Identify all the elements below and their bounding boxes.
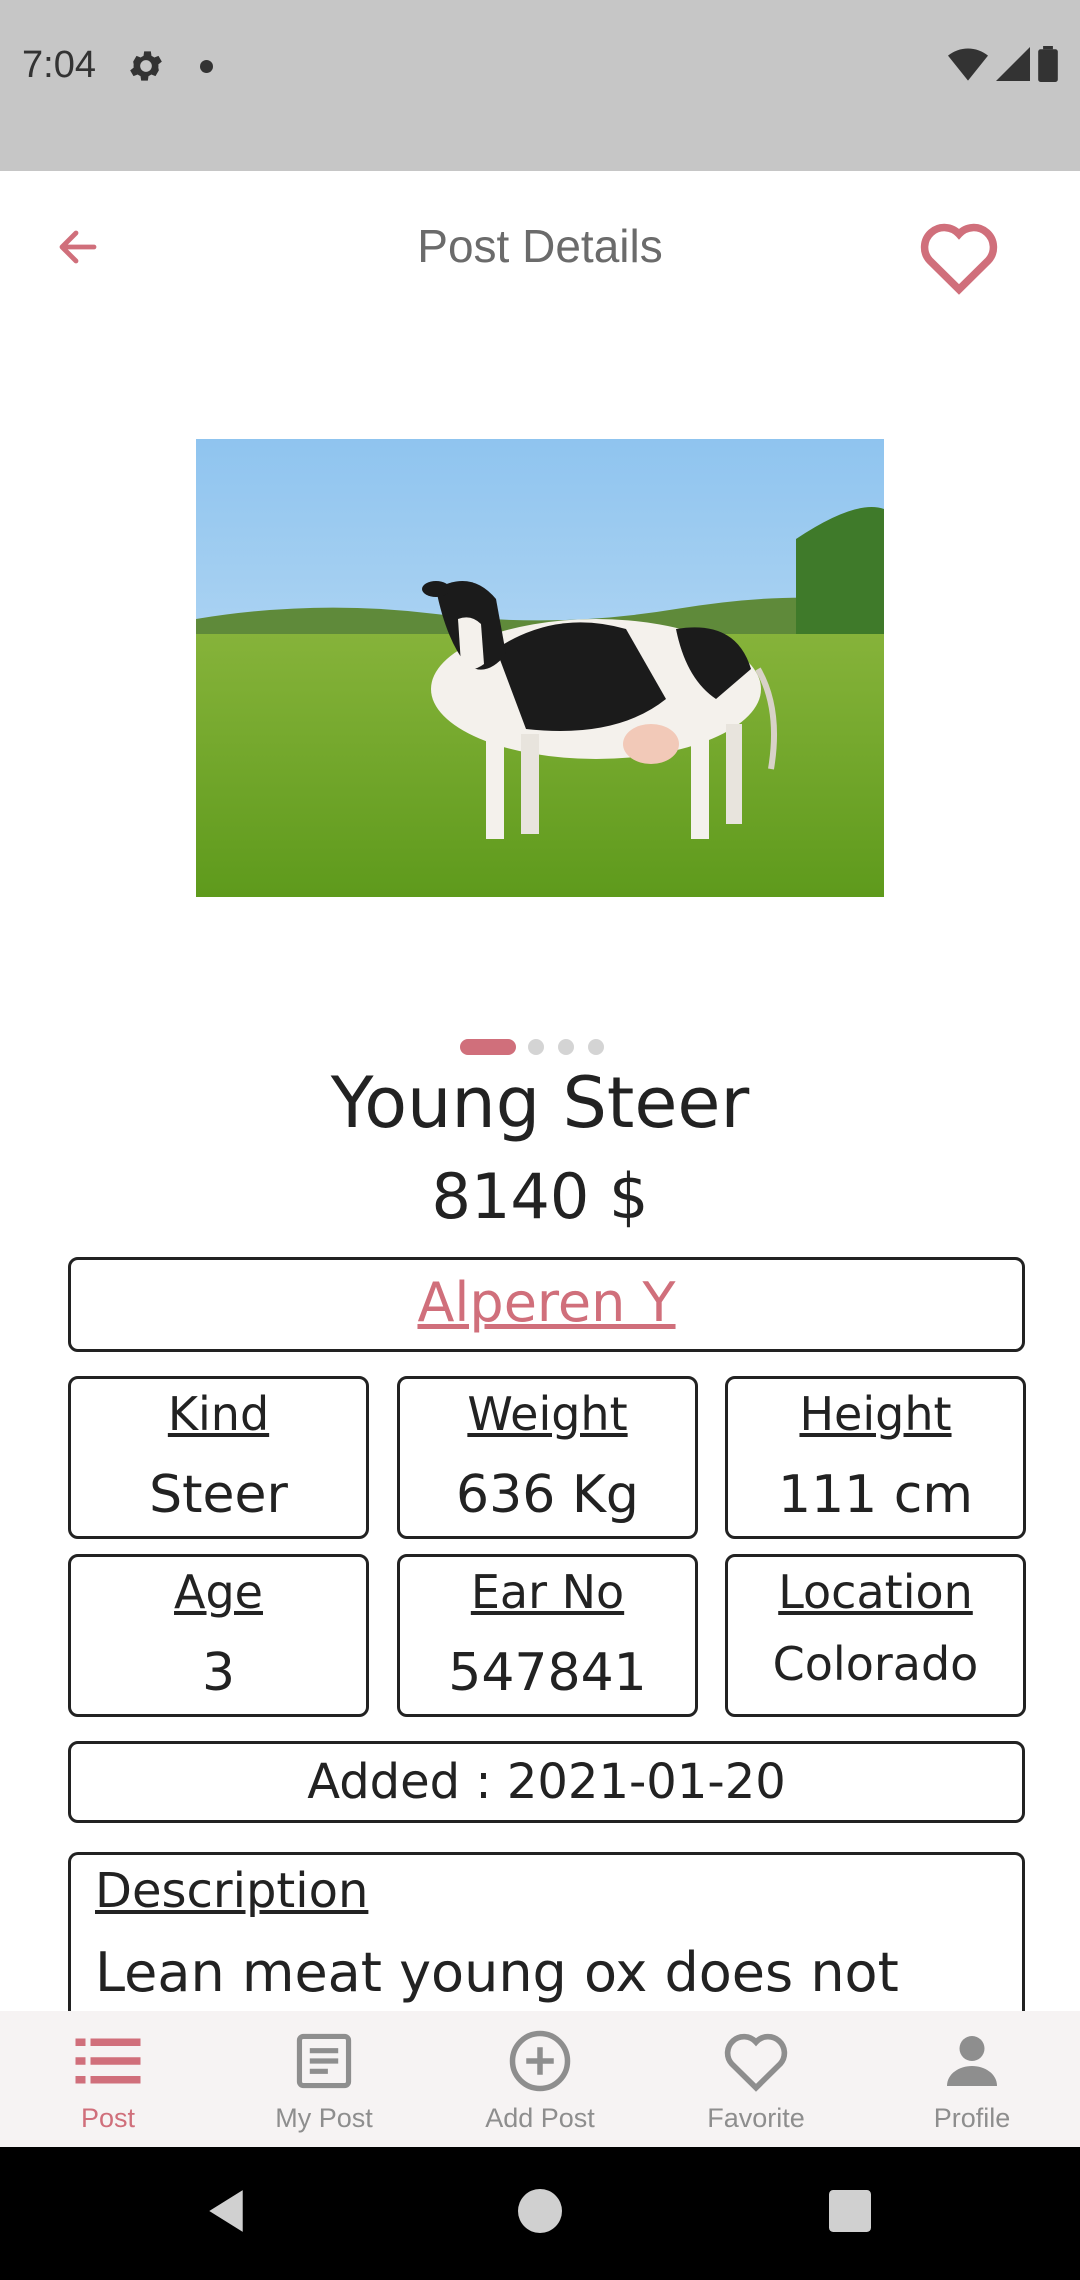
nav-item-post[interactable]: Post [0, 2011, 216, 2147]
stat-label: Ear No [470, 1565, 625, 1619]
stat-label: Weight [467, 1387, 628, 1441]
pager-dot-active[interactable] [460, 1039, 516, 1055]
nav-label: Profile [933, 2103, 1011, 2133]
description-text: Lean meat young ox does not [95, 1941, 899, 2004]
stat-label: Location [778, 1565, 973, 1619]
stat-label: Kind [167, 1387, 270, 1441]
nav-item-profile[interactable]: Profile [864, 2011, 1080, 2147]
stat-card-height: Height 111 cm [725, 1376, 1026, 1539]
system-back-button[interactable] [196, 2183, 256, 2243]
nav-item-add-post[interactable]: Add Post [432, 2011, 648, 2147]
description-label: Description [95, 1863, 369, 1919]
post-image[interactable] [196, 439, 884, 897]
stat-value: Colorado [772, 1637, 979, 1691]
system-navigation-bar [0, 2147, 1080, 2280]
system-recents-button[interactable] [820, 2183, 880, 2243]
triangle-back-icon [204, 2188, 248, 2238]
pager-dot[interactable] [558, 1039, 574, 1055]
document-icon [288, 2025, 360, 2097]
heart-icon [720, 2025, 792, 2097]
post-price: 8140 $ [431, 1160, 649, 1233]
nav-label: Favorite [707, 2103, 805, 2133]
status-time: 7:04 [22, 44, 96, 86]
circle-home-icon [518, 2189, 562, 2237]
add-circle-icon [504, 2025, 576, 2097]
bottom-navigation: Post My Post Add Post Favorite Profile [0, 2011, 1080, 2147]
stat-card-age: Age 3 [68, 1554, 369, 1717]
stat-card-weight: Weight 636 Kg [397, 1376, 698, 1539]
battery-icon [1038, 46, 1058, 86]
added-date: Added : 2021-01-20 [307, 1754, 786, 1810]
stat-value: 111 cm [777, 1465, 974, 1525]
stat-card-kind: Kind Steer [68, 1376, 369, 1539]
nav-label: My Post [275, 2103, 373, 2133]
pager-dot[interactable] [588, 1039, 604, 1055]
list-icon [72, 2025, 144, 2097]
owner-link[interactable]: Alperen Y [71, 1260, 1022, 1346]
gear-icon [126, 46, 166, 86]
nav-item-my-post[interactable]: My Post [216, 2011, 432, 2147]
stat-value: 547841 [448, 1643, 647, 1703]
image-pager [460, 1038, 618, 1056]
system-home-button[interactable] [510, 2183, 570, 2243]
signal-icon [996, 47, 1030, 85]
stat-card-ear-no: Ear No 547841 [397, 1554, 698, 1717]
stat-label: Height [799, 1387, 952, 1441]
top-app-bar: Post Details [0, 171, 1080, 331]
nav-label: Post [80, 2103, 136, 2133]
favorite-button[interactable] [914, 217, 1004, 301]
post-title: Young Steer [330, 1062, 750, 1144]
notification-dot-icon [200, 60, 213, 73]
stat-label: Age [174, 1565, 263, 1619]
square-recents-icon [829, 2190, 871, 2236]
cow-photo [196, 439, 884, 897]
stat-value: 3 [201, 1643, 236, 1703]
owner-box: Alperen Y [68, 1257, 1025, 1352]
status-bar: 7:04 [0, 0, 1080, 171]
wifi-icon [948, 47, 988, 85]
added-date-box: Added : 2021-01-20 [68, 1741, 1025, 1823]
stat-value: 636 Kg [456, 1465, 639, 1525]
nav-label: Add Post [485, 2103, 595, 2133]
stat-card-location: Location Colorado [725, 1554, 1026, 1717]
person-icon [936, 2025, 1008, 2097]
nav-item-favorite[interactable]: Favorite [648, 2011, 864, 2147]
stat-value: Steer [149, 1465, 288, 1525]
heart-outline-icon [918, 219, 1000, 299]
pager-dot[interactable] [528, 1039, 544, 1055]
status-icons [948, 46, 1058, 86]
